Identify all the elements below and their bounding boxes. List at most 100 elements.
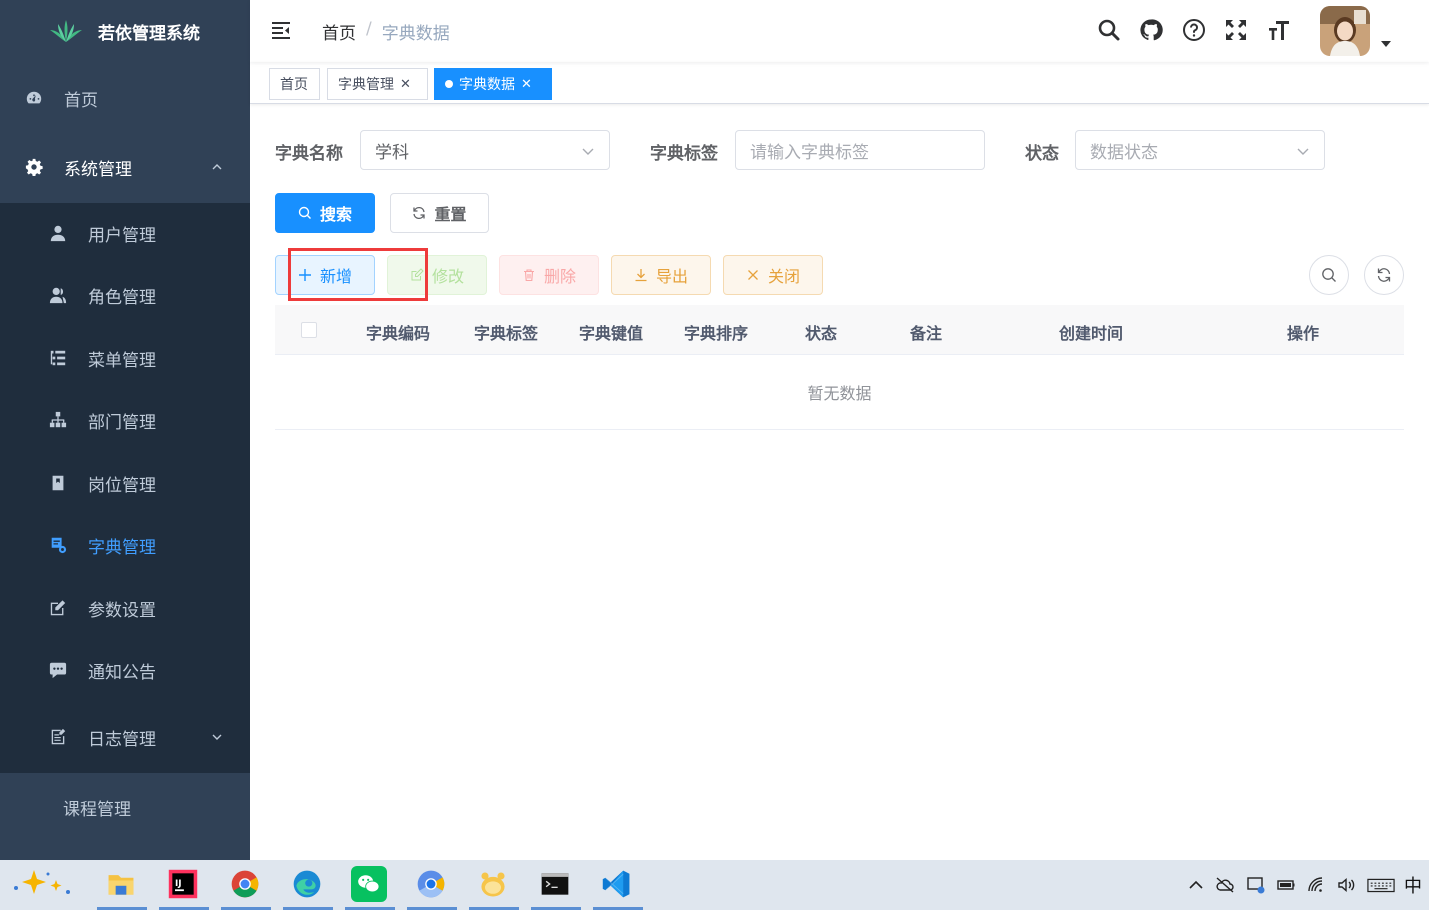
trash-icon — [523, 269, 534, 282]
sidebar-item-users[interactable]: 用户管理 — [0, 213, 250, 253]
dict-name-value: 学科 — [375, 142, 409, 163]
export-button-label: 导出 — [655, 267, 688, 286]
avatar[interactable] — [1320, 6, 1370, 56]
column-header: 备注 — [910, 324, 943, 343]
table-empty: 暂无数据 — [275, 355, 1404, 430]
close-icon[interactable]: ✕ — [400, 78, 411, 91]
column-header: 操作 — [1287, 324, 1320, 343]
cloud-off-icon[interactable] — [1213, 873, 1237, 897]
search-icon[interactable] — [1096, 17, 1122, 43]
sidebar-title: 若依管理系统 — [98, 23, 200, 44]
edge-icon[interactable] — [289, 866, 325, 902]
tag-dict-manage[interactable]: 字典管理 ✕ — [327, 68, 428, 100]
breadcrumb-home[interactable]: 首页 — [322, 19, 356, 44]
active-dot-icon — [445, 80, 453, 88]
ime-indicator[interactable]: 中 — [1404, 872, 1422, 898]
reset-button-label: 重置 — [434, 205, 467, 224]
toggle-search-button[interactable] — [1309, 255, 1349, 295]
search-icon — [1322, 268, 1336, 282]
copilot-sparkle-icon[interactable] — [8, 866, 78, 902]
sidebar-item-course[interactable]: 课程管理 — [0, 787, 250, 827]
sidebar-item-label: 参数设置 — [88, 600, 156, 621]
log-icon — [48, 727, 68, 747]
file-explorer-icon[interactable] — [103, 866, 139, 902]
search-button[interactable]: 搜索 — [275, 193, 375, 233]
breadcrumb-separator: / — [366, 19, 372, 39]
battery-icon[interactable] — [1274, 873, 1298, 897]
sidebar-item-home[interactable]: 首页 — [0, 78, 250, 118]
column-header: 状态 — [805, 324, 838, 343]
wifi-icon[interactable] — [1304, 873, 1328, 897]
dict-name-label: 字典名称 — [275, 144, 343, 164]
annotation-highlight-box — [288, 248, 428, 301]
delete-button-label: 删除 — [543, 267, 576, 286]
tag-home[interactable]: 首页 — [269, 68, 320, 100]
dict-label-label: 字典标签 — [650, 144, 718, 164]
github-icon[interactable] — [1138, 17, 1164, 43]
sidebar-item-menus[interactable]: 菜单管理 — [0, 338, 250, 378]
keyboard-icon[interactable] — [1366, 873, 1396, 897]
column-header: 创建时间 — [1059, 324, 1124, 343]
navbar: 首页 / 字典数据 — [250, 0, 1429, 62]
user-icon — [48, 223, 68, 243]
tag-dict-data[interactable]: 字典数据 ✕ — [434, 68, 552, 100]
export-button[interactable]: 导出 — [611, 255, 711, 295]
wechat-icon[interactable] — [351, 866, 387, 902]
sidebar-item-label: 角色管理 — [88, 287, 156, 308]
status-placeholder: 数据状态 — [1090, 142, 1158, 163]
select-all-checkbox[interactable] — [301, 322, 317, 338]
app-window: 若依管理系统 首页 系统管理 用户管理 角色管理 菜单管理 部门管理 岗位管理 … — [0, 0, 1429, 860]
chevron-down-icon — [582, 148, 594, 155]
hamburger-icon[interactable] — [270, 19, 292, 41]
post-icon — [48, 473, 68, 493]
navicat-icon[interactable] — [475, 866, 511, 902]
reset-button[interactable]: 重置 — [390, 193, 489, 233]
fullscreen-icon[interactable] — [1223, 17, 1249, 43]
chevron-up-icon — [212, 164, 222, 170]
sidebar-item-label: 课程管理 — [63, 799, 131, 820]
chrome-dev-icon[interactable] — [413, 866, 449, 902]
display-settings-icon[interactable] — [1244, 873, 1268, 897]
vscode-icon[interactable] — [599, 866, 635, 902]
refresh-button[interactable] — [1364, 255, 1404, 295]
status-select[interactable]: 数据状态 — [1075, 130, 1325, 170]
sidebar-item-notice[interactable]: 通知公告 — [0, 650, 250, 690]
sidebar-item-depts[interactable]: 部门管理 — [0, 400, 250, 440]
close-icon[interactable]: ✕ — [521, 78, 532, 91]
close-button[interactable]: 关闭 — [723, 255, 823, 295]
dict-name-select[interactable]: 学科 — [360, 130, 610, 170]
intellij-icon[interactable]: IJ — [165, 866, 201, 902]
refresh-icon — [1377, 268, 1391, 282]
column-header: 字典标签 — [474, 324, 539, 343]
sidebar-logo[interactable]: 若依管理系统 — [0, 0, 250, 62]
sidebar-item-dict[interactable]: 字典管理 — [0, 525, 250, 565]
sidebar-item-label: 首页 — [64, 90, 98, 111]
sidebar: 若依管理系统 首页 系统管理 用户管理 角色管理 菜单管理 部门管理 岗位管理 … — [0, 0, 250, 860]
tag-label: 字典数据 — [459, 77, 515, 93]
close-icon — [748, 270, 758, 280]
sidebar-item-log[interactable]: 日志管理 — [0, 717, 250, 757]
sidebar-item-label: 部门管理 — [88, 412, 156, 433]
font-size-icon[interactable] — [1266, 17, 1292, 43]
tags-view: 首页 字典管理 ✕ 字典数据 ✕ — [250, 62, 1429, 104]
terminal-icon[interactable] — [537, 866, 573, 902]
column-header: 字典键值 — [579, 324, 644, 343]
tree-table-icon — [48, 348, 68, 368]
sidebar-item-system[interactable]: 系统管理 — [0, 147, 250, 187]
caret-down-icon[interactable] — [1381, 40, 1391, 48]
tree-icon — [48, 410, 68, 430]
delete-button[interactable]: 删除 — [499, 255, 599, 295]
logo-icon — [50, 20, 82, 42]
volume-icon[interactable] — [1334, 873, 1358, 897]
question-icon[interactable] — [1181, 17, 1207, 43]
sidebar-item-config[interactable]: 参数设置 — [0, 588, 250, 628]
breadcrumb-current: 字典数据 — [381, 24, 450, 44]
chrome-icon[interactable] — [227, 866, 263, 902]
message-icon — [48, 660, 68, 680]
sidebar-item-roles[interactable]: 角色管理 — [0, 275, 250, 315]
edit-icon — [48, 598, 68, 618]
sidebar-item-posts[interactable]: 岗位管理 — [0, 463, 250, 503]
chevron-up-icon[interactable] — [1184, 873, 1208, 897]
dict-label-input[interactable]: 请输入字典标签 — [735, 130, 985, 170]
edit-button-label: 修改 — [431, 267, 464, 286]
